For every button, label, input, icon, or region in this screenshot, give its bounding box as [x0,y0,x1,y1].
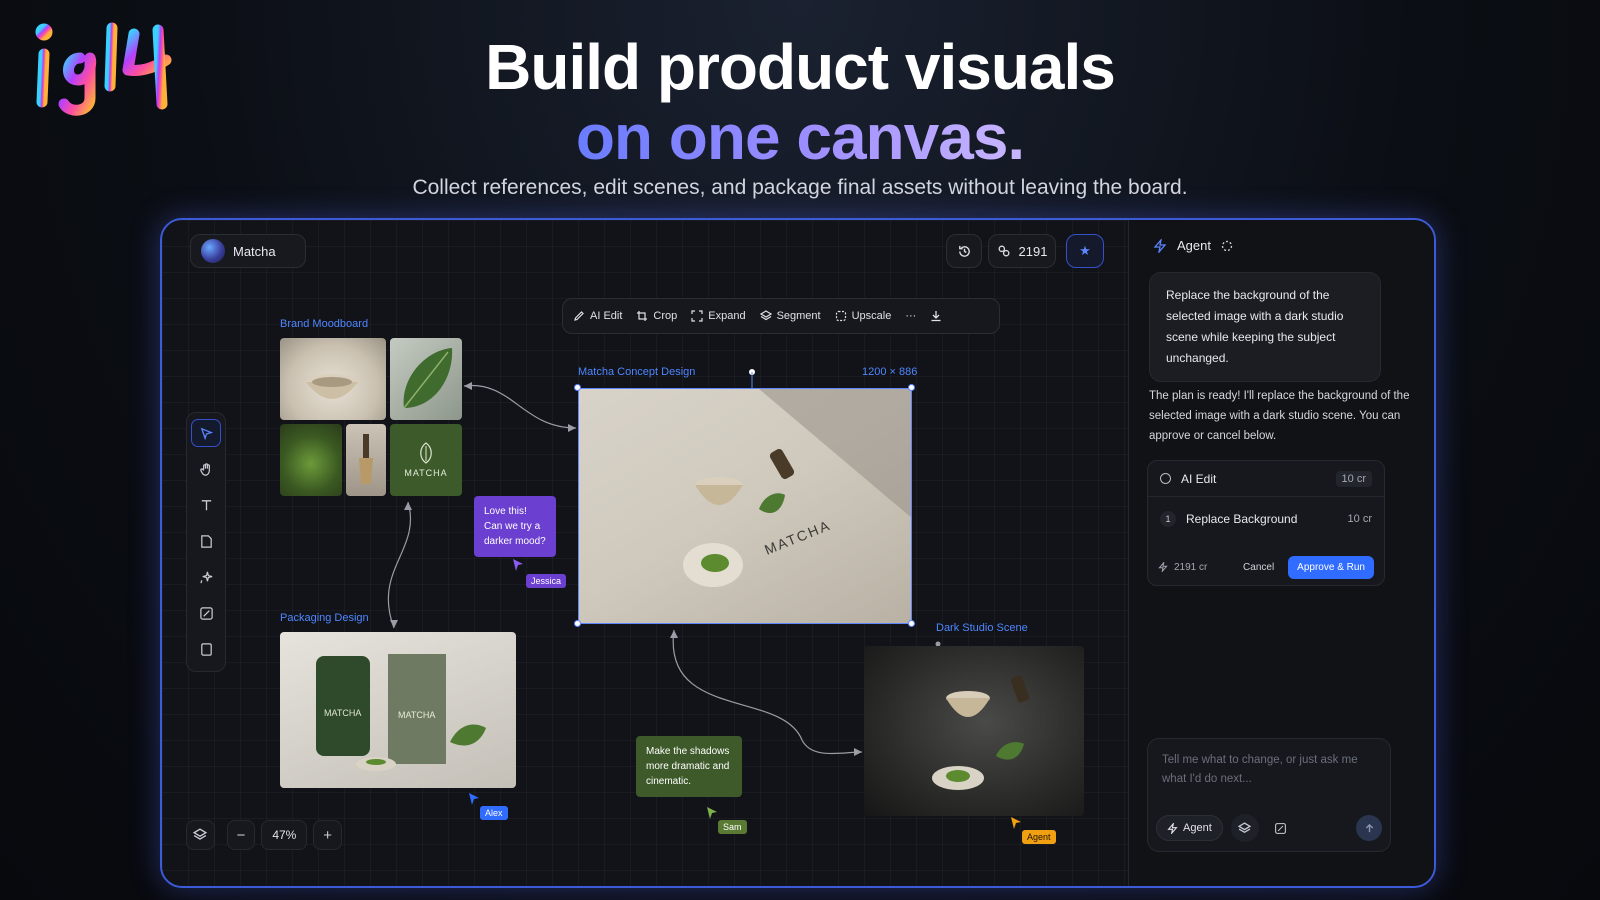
frame-label-dark-scene: Dark Studio Scene [936,622,1028,634]
plan-footer: 2191 cr Cancel Approve & Run [1148,551,1384,583]
moodboard-bowl-image[interactable] [280,338,386,420]
arrow-up-icon [1365,823,1373,832]
approve-run-button[interactable]: Approve & Run [1288,555,1374,579]
chat-actions: Agent [1156,813,1382,843]
leaf-logo-icon [420,442,432,464]
resize-handle-br[interactable] [908,620,915,627]
layers-chat-button[interactable] [1230,814,1259,842]
agent-mode-button[interactable]: Agent [1156,815,1223,841]
cancel-button[interactable]: Cancel [1235,558,1282,577]
packaging-illustration: MATCHA MATCHA [316,654,486,771]
agent-mode-label: Agent [1183,822,1212,834]
chat-box: Tell me what to change, or just ask me w… [1147,738,1391,852]
bowl-icon [306,374,358,399]
packaging-design-image[interactable]: MATCHA MATCHA [280,632,516,788]
step-label: Replace Background [1186,512,1298,526]
loading-icon [1221,240,1233,251]
agent-header: Agent [1153,238,1233,253]
app-window: Matcha 2191 ★ AI Edit Crop Expand Segmen… [160,218,1436,888]
layers-icon [1238,821,1252,833]
hero-title: Build product visuals [485,31,1116,103]
bolt-small-icon [1158,562,1168,572]
svg-text:MATCHA: MATCHA [762,517,833,558]
canvas[interactable]: Matcha 2191 ★ AI Edit Crop Expand Segmen… [162,220,1128,886]
status-circle-icon [1160,473,1171,484]
frame-size-label: 1200 × 886 [862,366,918,378]
frame-label-moodboard: Brand Moodboard [280,318,369,330]
hero-subtitle: Collect references, edit scenes, and pac… [412,176,1188,199]
svg-text:MATCHA: MATCHA [398,710,435,720]
plus-icon: + [323,826,333,844]
hero-title-accent: on one canvas. [575,101,1025,173]
plan-card: AI Edit 10 cr 1 Replace Background 10 cr… [1147,460,1385,586]
cursor-tag-alex: Alex [480,806,508,820]
resize-handle-tl[interactable] [574,384,581,391]
zoom-level[interactable]: 47% [261,820,308,850]
plan-header: AI Edit 10 cr [1148,461,1384,497]
agent-panel: Agent Replace the background of the sele… [1128,220,1434,886]
moodboard-logo-text: MATCHA [404,468,448,478]
cursor-alex-icon [469,793,479,805]
image-edit-icon [1275,822,1287,834]
layers-icon [193,828,208,840]
moodboard-logo-image[interactable]: MATCHA [390,424,462,496]
zoom-controls: − 47% + [186,818,342,852]
attach-image-button[interactable] [1267,814,1295,842]
cursor-jessica-icon [513,559,523,571]
user-message: Replace the background of the selected i… [1149,272,1381,382]
comment-note-sam[interactable]: Make the shadows more dramatic and cinem… [636,736,742,797]
zoom-out-button[interactable]: − [226,820,256,850]
moodboard-whisk-image[interactable] [346,424,386,496]
resize-handle-tr[interactable] [908,384,915,391]
svg-text:MATCHA: MATCHA [324,708,361,718]
frame-label-packaging: Packaging Design [280,612,369,624]
minus-icon: − [236,826,246,844]
plan-title: AI Edit [1181,471,1217,486]
plan-cost: 10 cr [1335,470,1372,487]
moodboard-leaf-image[interactable] [390,338,462,420]
whisk-icon [359,434,373,484]
leaf-icon [403,348,453,409]
step-cost: 10 cr [1347,513,1372,525]
zoom-in-button[interactable]: + [313,820,342,850]
bolt-icon [1167,822,1178,834]
moodboard-powder-image[interactable] [280,424,342,496]
matcha-scene-illustration: MATCHA [683,389,911,587]
agent-title: Agent [1177,238,1211,253]
chat-input[interactable]: Tell me what to change, or just ask me w… [1162,751,1372,789]
credit-balance: 2191 cr [1174,561,1208,573]
send-button[interactable] [1356,815,1382,841]
cursor-agent-icon [1011,817,1021,829]
comment-note-jessica[interactable]: Love this! Can we try a darker mood? [474,496,556,557]
cursor-tag-jessica: Jessica [526,574,567,588]
cursor-tag-sam: Sam [718,820,747,834]
bolt-icon [1153,238,1167,253]
layers-button[interactable] [186,820,215,850]
dark-scene-illustration [932,675,1030,790]
resize-handle-bl[interactable] [574,620,581,627]
cursor-sam-icon [707,807,717,819]
dark-studio-image[interactable] [864,646,1084,816]
frame-label-concept: Matcha Concept Design [578,366,696,378]
step-number: 1 [1160,511,1176,527]
cursor-tag-agent: Agent [1022,830,1056,844]
concept-design-image[interactable]: MATCHA [578,388,912,624]
plan-step: 1 Replace Background 10 cr [1148,501,1384,537]
agent-reply: The plan is ready! I'll replace the back… [1149,390,1410,442]
